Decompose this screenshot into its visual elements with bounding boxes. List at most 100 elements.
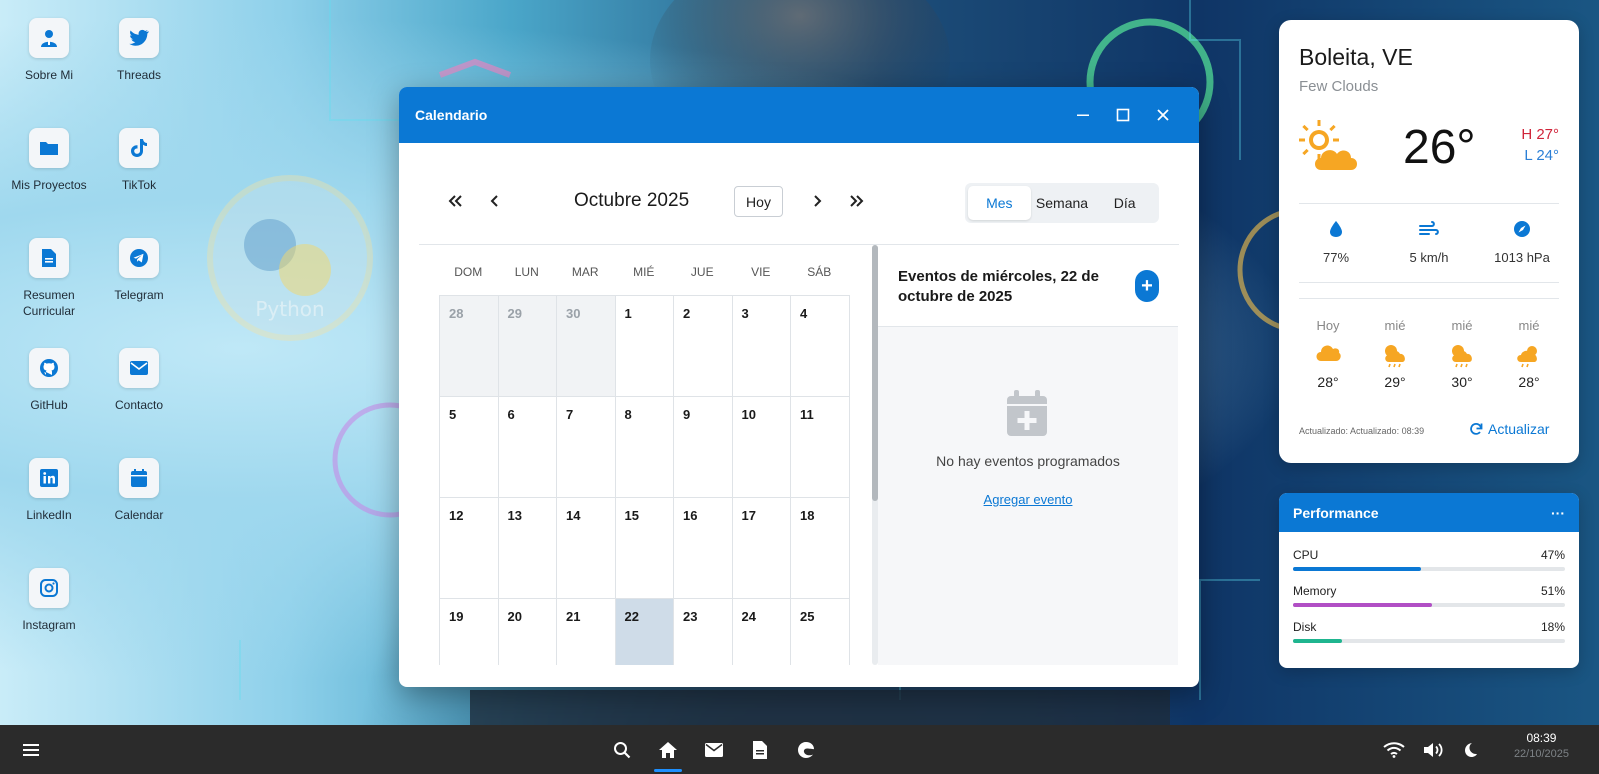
desktop-icon-telegram[interactable]: Telegram	[99, 238, 179, 303]
performance-widget: Performance ··· CPU 47% Memory 51% Disk 18%	[1279, 493, 1579, 668]
day-cell[interactable]: 4	[791, 296, 850, 397]
day-cell[interactable]: 25	[791, 599, 850, 665]
prev-year-button[interactable]	[440, 189, 470, 213]
day-cell[interactable]: 29	[498, 296, 557, 397]
day-cell[interactable]: 17	[732, 498, 791, 599]
day-cell[interactable]: 30	[557, 296, 616, 397]
day-cell-selected[interactable]: 22	[615, 599, 674, 665]
day-cell[interactable]: 23	[674, 599, 733, 665]
day-cell[interactable]: 18	[791, 498, 850, 599]
day-cell[interactable]: 12	[440, 498, 499, 599]
day-cell[interactable]: 6	[498, 397, 557, 498]
refresh-label: Actualizar	[1488, 421, 1550, 437]
instagram-icon	[29, 568, 69, 608]
weekday-label: JUE	[690, 265, 714, 279]
document-icon	[753, 740, 767, 759]
desktop-icon-resumen-curricular[interactable]: Resumen Curricular	[9, 238, 89, 319]
day-cell[interactable]: 9	[674, 397, 733, 498]
day-cell[interactable]: 21	[557, 599, 616, 665]
forecast-temp: 29°	[1384, 374, 1406, 390]
metric-name: Memory	[1293, 584, 1337, 598]
taskbar-home-button[interactable]	[646, 725, 690, 774]
clock-time: 08:39	[1526, 731, 1557, 745]
taskbar-document-button[interactable]	[738, 725, 782, 774]
desktop-icon-instagram[interactable]: Instagram	[9, 568, 89, 633]
forecast-item: Hoy 28°	[1298, 318, 1358, 390]
day-cell[interactable]: 8	[615, 397, 674, 498]
maximize-icon	[1116, 108, 1130, 122]
desktop-icon-threads[interactable]: Threads	[99, 18, 179, 83]
metric-bar	[1293, 567, 1565, 571]
metric-disk: Disk 18%	[1293, 620, 1565, 643]
metric-bar-fill	[1293, 603, 1432, 607]
desktop-icon-contacto[interactable]: Contacto	[99, 348, 179, 413]
day-cell[interactable]: 16	[674, 498, 733, 599]
day-cell[interactable]: 3	[732, 296, 791, 397]
day-cell[interactable]: 28	[440, 296, 499, 397]
add-event-button[interactable]: +	[1135, 270, 1159, 302]
tiktok-icon	[119, 128, 159, 168]
day-cell[interactable]: 13	[498, 498, 557, 599]
close-button[interactable]	[1143, 99, 1183, 131]
today-button[interactable]: Hoy	[734, 186, 783, 217]
day-cell[interactable]: 7	[557, 397, 616, 498]
double-chevron-left-icon	[448, 195, 462, 207]
desktop-icon-calendar[interactable]: Calendar	[99, 458, 179, 523]
metric-bar	[1293, 639, 1565, 643]
day-cell[interactable]: 15	[615, 498, 674, 599]
minimize-button[interactable]	[1063, 99, 1103, 131]
day-cell[interactable]: 2	[674, 296, 733, 397]
day-cell[interactable]: 19	[440, 599, 499, 665]
start-menu-button[interactable]	[9, 725, 53, 774]
more-options-icon[interactable]: ···	[1551, 505, 1565, 521]
theme-toggle-button[interactable]	[1448, 725, 1492, 774]
desktop-icon-tiktok[interactable]: TikTok	[99, 128, 179, 193]
taskbar-mail-button[interactable]	[692, 725, 736, 774]
day-cell[interactable]: 1	[615, 296, 674, 397]
day-cell[interactable]: 14	[557, 498, 616, 599]
weather-refresh-button[interactable]: Actualizar	[1469, 421, 1549, 437]
day-cell[interactable]: 5	[440, 397, 499, 498]
metric-bar	[1293, 603, 1565, 607]
wifi-button[interactable]	[1372, 725, 1416, 774]
taskbar-edge-button[interactable]	[784, 725, 828, 774]
desktop-icon-label: Calendar	[114, 508, 164, 522]
taskbar-clock[interactable]: 08:39 22/10/2025	[1514, 731, 1569, 760]
weather-wind: 5 km/h	[1386, 220, 1472, 265]
forecast-day: mié	[1384, 318, 1406, 333]
search-icon	[614, 741, 631, 758]
metric-name: Disk	[1293, 620, 1317, 634]
envelope-icon	[119, 348, 159, 388]
events-title: Eventos de miércoles, 22 de octubre de 2…	[898, 268, 1099, 305]
window-titlebar[interactable]: Calendario	[399, 87, 1199, 143]
view-day-tab[interactable]: Día	[1093, 186, 1156, 220]
desktop-icon-label: Telegram	[114, 288, 164, 302]
forecast-temp: 30°	[1451, 374, 1473, 390]
desktop-icon-mis-proyectos[interactable]: Mis Proyectos	[9, 128, 89, 193]
day-cell[interactable]: 24	[733, 599, 791, 665]
taskbar-search-button[interactable]	[600, 725, 644, 774]
pressure-value: 1013 hPa	[1494, 250, 1550, 265]
desktop-icon-github[interactable]: GitHub	[9, 348, 89, 413]
metric-bar-fill	[1293, 639, 1342, 643]
metric-memory: Memory 51%	[1293, 584, 1565, 607]
refresh-icon	[1470, 423, 1483, 435]
view-week-tab[interactable]: Semana	[1031, 186, 1094, 220]
day-cell[interactable]: 11	[791, 397, 850, 498]
github-icon	[29, 348, 69, 388]
weekday-header: DOM LUN MAR MIÉ JUE VIE SÁB	[439, 265, 849, 279]
weather-divider	[1299, 203, 1559, 204]
day-cell[interactable]: 10	[732, 397, 791, 498]
add-event-link[interactable]: Agregar evento	[878, 492, 1178, 507]
next-year-button[interactable]	[842, 189, 872, 213]
weekday-label: MIÉ	[633, 265, 655, 279]
next-month-button[interactable]	[802, 189, 832, 213]
desktop-icon-linkedin[interactable]: LinkedIn	[9, 458, 89, 523]
maximize-button[interactable]	[1103, 99, 1143, 131]
taskbar: 08:39 22/10/2025	[0, 725, 1599, 774]
day-cell[interactable]: 20	[499, 599, 557, 665]
prev-month-button[interactable]	[480, 189, 510, 213]
desktop-icon-label: GitHub	[30, 398, 68, 412]
view-month-tab[interactable]: Mes	[968, 186, 1031, 220]
desktop-icon-sobre-mi[interactable]: Sobre Mi	[9, 18, 89, 83]
